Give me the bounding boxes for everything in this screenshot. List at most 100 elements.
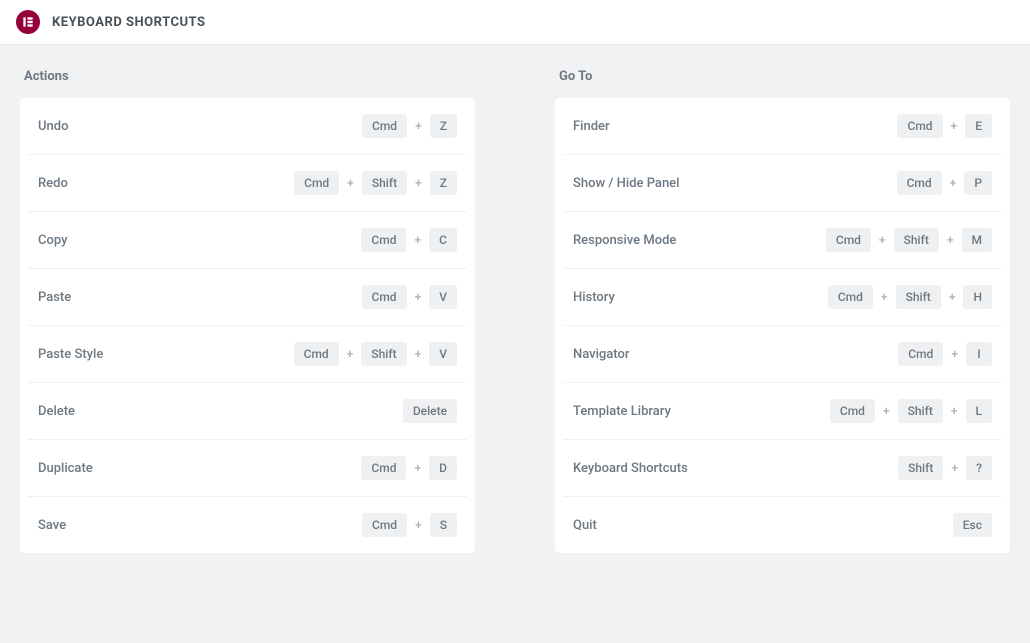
key: Shift [898, 399, 943, 423]
shortcut-label: Duplicate [38, 461, 93, 476]
plus-icon: + [415, 518, 422, 532]
column-goto: Go To Finder Cmd + E Show / Hide Panel C… [555, 63, 1010, 553]
shortcut-keys: Cmd + Z [362, 114, 457, 138]
key: H [963, 285, 992, 309]
shortcut-keys: Cmd + D [361, 456, 457, 480]
shortcut-row: Quit Esc [563, 497, 1002, 553]
key: Cmd [826, 228, 871, 252]
key: Cmd [361, 228, 406, 252]
columns: Actions Undo Cmd + Z Redo Cmd + Shift [20, 63, 1010, 553]
shortcut-label: Undo [38, 119, 68, 134]
key: Cmd [897, 114, 942, 138]
key: Z [430, 171, 457, 195]
key: M [962, 228, 993, 252]
plus-icon: + [883, 404, 890, 418]
shortcut-row: Paste Cmd + V [28, 269, 467, 326]
key: D [429, 456, 457, 480]
plus-icon: + [951, 404, 958, 418]
key: C [429, 228, 457, 252]
shortcut-label: Redo [38, 176, 68, 191]
column-title: Actions [20, 63, 475, 98]
plus-icon: + [950, 176, 957, 190]
plus-icon: + [347, 176, 354, 190]
key: Z [430, 114, 457, 138]
shortcut-keys: Cmd + Shift + M [826, 228, 992, 252]
plus-icon: + [879, 233, 886, 247]
shortcut-keys: Esc [953, 513, 992, 537]
key: Cmd [898, 342, 943, 366]
shortcut-keys: Cmd + Shift + V [294, 342, 457, 366]
shortcut-label: Paste Style [38, 347, 103, 362]
key: Shift [361, 342, 406, 366]
shortcut-row: Paste Style Cmd + Shift + V [28, 326, 467, 383]
key: S [430, 513, 457, 537]
key: Shift [898, 456, 943, 480]
shortcut-row: Duplicate Cmd + D [28, 440, 467, 497]
key: Cmd [362, 114, 407, 138]
key: Cmd [828, 285, 873, 309]
shortcut-label: Copy [38, 233, 67, 248]
plus-icon: + [414, 233, 421, 247]
key: V [429, 342, 457, 366]
shortcut-row: Delete Delete [28, 383, 467, 440]
elementor-logo-icon [16, 10, 40, 34]
key: V [429, 285, 457, 309]
key: I [966, 342, 992, 366]
shortcut-label: Keyboard Shortcuts [573, 461, 688, 476]
shortcut-row: Navigator Cmd + I [563, 326, 1002, 383]
shortcut-row: Finder Cmd + E [563, 98, 1002, 155]
shortcut-row: Redo Cmd + Shift + Z [28, 155, 467, 212]
shortcut-row: Undo Cmd + Z [28, 98, 467, 155]
shortcut-row: Keyboard Shortcuts Shift + ? [563, 440, 1002, 497]
shortcut-label: Save [38, 518, 66, 533]
plus-icon: + [415, 119, 422, 133]
shortcut-keys: Cmd + E [897, 114, 992, 138]
shortcut-label: Navigator [573, 347, 629, 362]
plus-icon: + [947, 233, 954, 247]
key: Cmd [897, 171, 942, 195]
shortcut-label: History [573, 290, 615, 305]
shortcut-keys: Cmd + P [897, 171, 992, 195]
plus-icon: + [881, 290, 888, 304]
shortcut-row: Responsive Mode Cmd + Shift + M [563, 212, 1002, 269]
panel-goto: Finder Cmd + E Show / Hide Panel Cmd + P [555, 98, 1010, 553]
key: ? [966, 456, 992, 480]
key: Cmd [362, 513, 407, 537]
shortcut-label: Finder [573, 119, 610, 134]
shortcut-keys: Cmd + Shift + Z [294, 171, 457, 195]
key: Delete [403, 399, 457, 423]
shortcut-keys: Cmd + C [361, 228, 457, 252]
shortcut-label: Template Library [573, 404, 671, 419]
shortcut-keys: Cmd + I [898, 342, 992, 366]
shortcut-label: Quit [573, 518, 597, 533]
key: Shift [894, 228, 939, 252]
shortcut-keys: Cmd + V [362, 285, 457, 309]
plus-icon: + [951, 461, 958, 475]
key: Cmd [361, 456, 406, 480]
plus-icon: + [949, 290, 956, 304]
panel-actions: Undo Cmd + Z Redo Cmd + Shift + Z [20, 98, 475, 553]
shortcut-keys: Cmd + Shift + H [828, 285, 992, 309]
shortcut-label: Delete [38, 404, 75, 419]
shortcut-label: Responsive Mode [573, 233, 676, 248]
plus-icon: + [414, 461, 421, 475]
key: P [964, 171, 992, 195]
column-actions: Actions Undo Cmd + Z Redo Cmd + Shift [20, 63, 475, 553]
shortcut-row: Show / Hide Panel Cmd + P [563, 155, 1002, 212]
key: Cmd [830, 399, 875, 423]
shortcut-row: History Cmd + Shift + H [563, 269, 1002, 326]
key: Esc [953, 513, 992, 537]
page-title: KEYBOARD SHORTCUTS [52, 15, 206, 30]
key: E [965, 114, 992, 138]
shortcut-keys: Cmd + Shift + L [830, 399, 992, 423]
key: L [966, 399, 992, 423]
content: Actions Undo Cmd + Z Redo Cmd + Shift [0, 45, 1030, 571]
key: Cmd [294, 342, 339, 366]
shortcut-label: Show / Hide Panel [573, 176, 679, 191]
key: Cmd [362, 285, 407, 309]
key: Cmd [294, 171, 339, 195]
shortcut-keys: Delete [403, 399, 457, 423]
shortcut-row: Save Cmd + S [28, 497, 467, 553]
plus-icon: + [951, 119, 958, 133]
header: KEYBOARD SHORTCUTS [0, 0, 1030, 45]
